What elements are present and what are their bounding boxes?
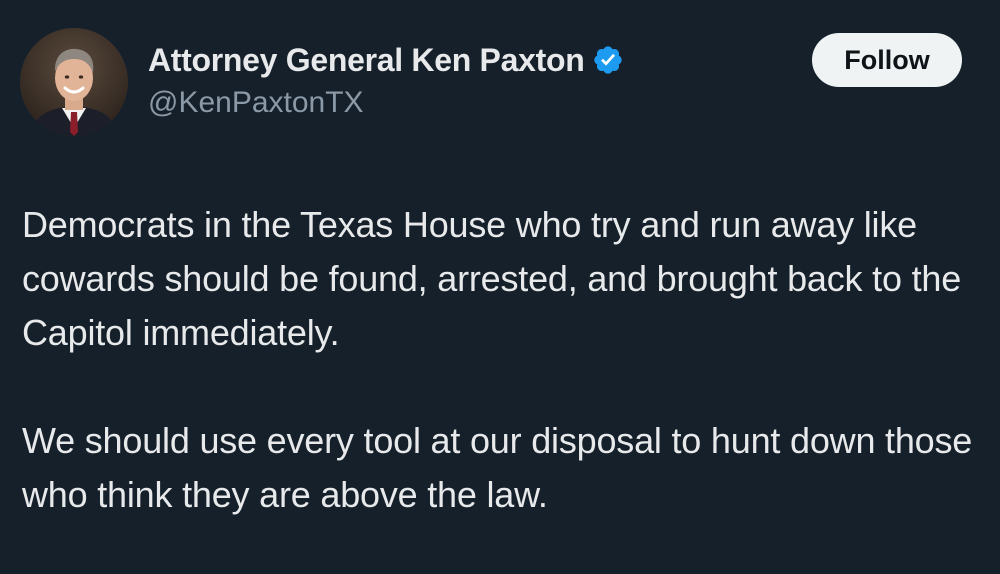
tweet-paragraph: We should use every tool at our disposal…	[22, 420, 973, 515]
tweet-paragraph: Democrats in the Texas House who try and…	[22, 204, 962, 353]
author-info: Attorney General Ken Paxton @KenPaxtonTX	[148, 38, 624, 120]
tweet-card: Attorney General Ken Paxton @KenPaxtonTX…	[0, 0, 1000, 574]
avatar[interactable]	[20, 28, 128, 136]
name-row: Attorney General Ken Paxton	[148, 38, 624, 82]
follow-button[interactable]: Follow	[812, 33, 962, 87]
author-display-name[interactable]: Attorney General Ken Paxton	[148, 42, 585, 79]
tweet-text: Democrats in the Texas House who try and…	[22, 198, 982, 522]
verified-badge-icon[interactable]	[592, 44, 624, 76]
author-handle[interactable]: @KenPaxtonTX	[148, 86, 624, 120]
